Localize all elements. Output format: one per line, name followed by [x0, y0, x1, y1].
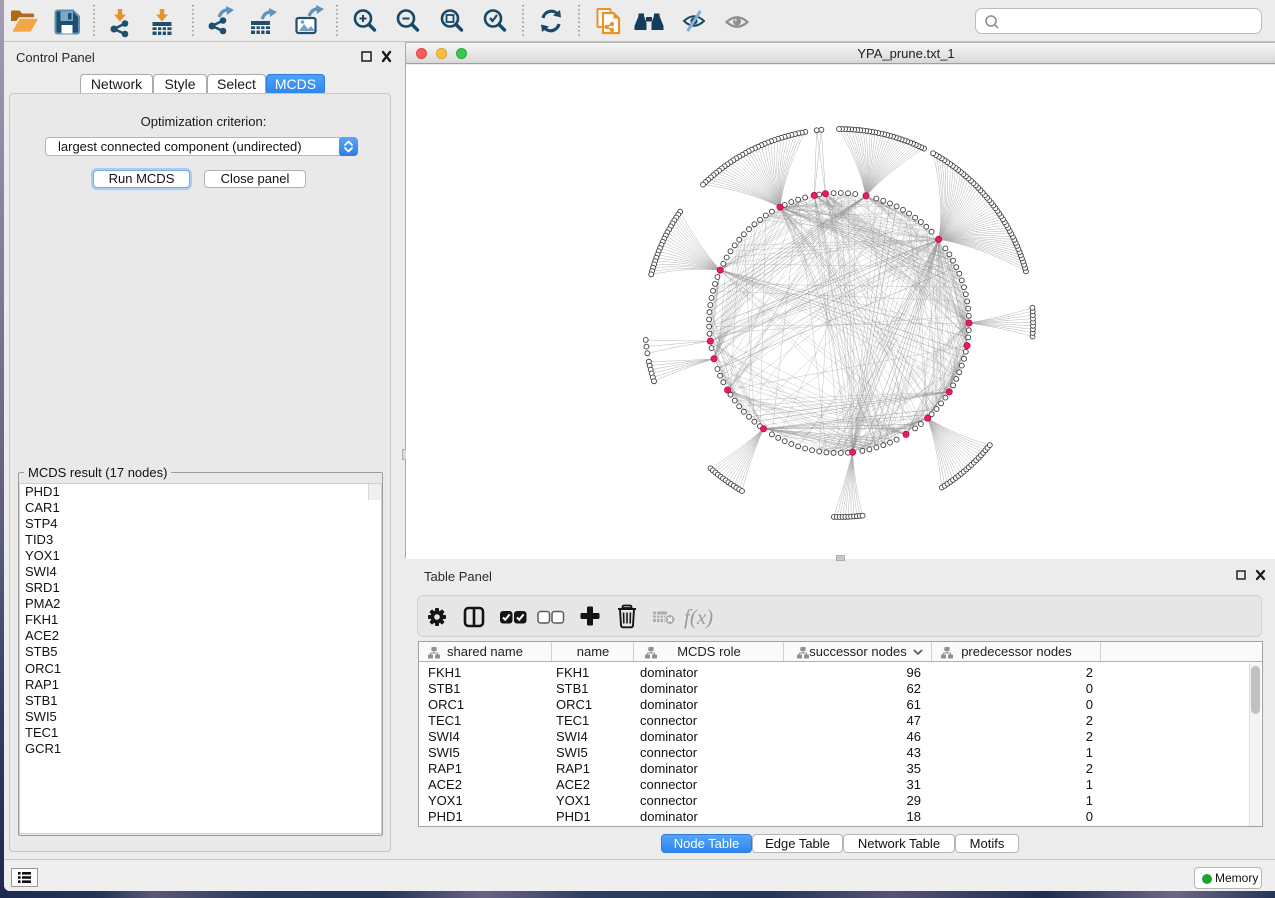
- svg-text:f(x): f(x): [684, 605, 713, 629]
